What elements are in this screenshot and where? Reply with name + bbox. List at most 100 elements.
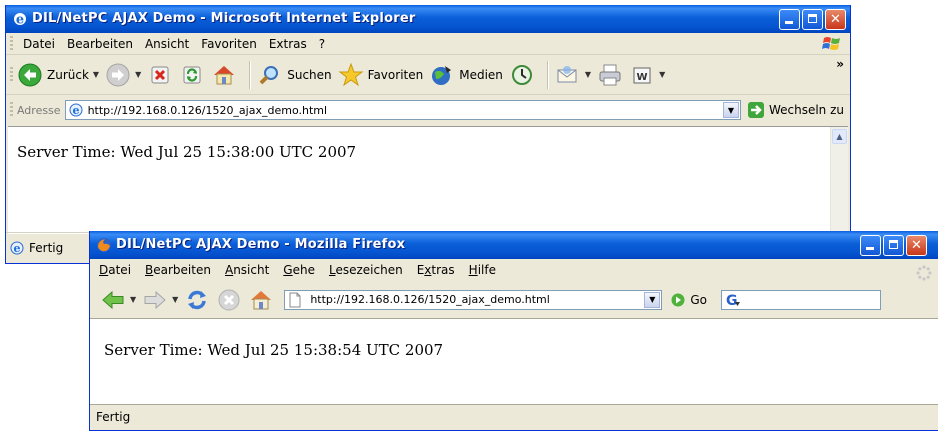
svg-text:e: e: [14, 242, 21, 255]
ie-stop-button[interactable]: [147, 62, 173, 88]
chevron-down-icon[interactable]: ▼: [659, 70, 665, 79]
ie-minimize-button[interactable]: [779, 9, 800, 30]
ie-history-button[interactable]: [509, 62, 535, 88]
ie-logo-icon: e: [12, 11, 28, 27]
ie-server-time: Server Time: Wed Jul 25 15:38:00 UTC 200…: [17, 143, 357, 161]
ff-url-text: http://192.168.0.126/1520_ajax_demo.html: [310, 293, 550, 306]
ie-media-button[interactable]: Medien: [429, 62, 503, 88]
ie-address-label: Adresse: [16, 103, 61, 117]
chevron-down-icon[interactable]: ▼: [130, 295, 136, 304]
ie-window-title: DIL/NetPC AJAX Demo - Microsoft Internet…: [32, 11, 416, 26]
toolbar-grip[interactable]: [10, 102, 13, 118]
toolbar-grip[interactable]: [10, 35, 13, 52]
ie-back-label: Zurück: [47, 67, 89, 82]
ie-window: e DIL/NetPC AJAX Demo - Microsoft Intern…: [5, 5, 851, 264]
ff-reload-button[interactable]: [184, 287, 210, 313]
mail-icon: [555, 62, 581, 88]
ie-menu-favoriten[interactable]: Favoriten: [195, 37, 263, 51]
ff-menu-bearbeiten[interactable]: Bearbeiten: [138, 263, 218, 277]
ie-go-button[interactable]: Wechseln zu: [747, 101, 844, 119]
ie-back-button[interactable]: Zurück ▼: [17, 62, 99, 88]
ff-close-button[interactable]: ✕: [906, 235, 927, 256]
ff-menu-hilfe[interactable]: Hilfe: [462, 263, 503, 277]
ff-menubar: Datei Bearbeiten Ansicht Gehe Lesezeiche…: [90, 259, 938, 281]
forward-icon: [142, 287, 168, 313]
ie-menu-extras[interactable]: Extras: [263, 37, 313, 51]
chevron-down-icon[interactable]: ▼: [135, 70, 141, 79]
ff-titlebar[interactable]: DIL/NetPC AJAX Demo - Mozilla Firefox ✕: [90, 231, 938, 259]
ff-maximize-button[interactable]: [883, 235, 904, 256]
ie-favorites-button[interactable]: Favoriten: [338, 62, 423, 88]
ie-edit-button[interactable]: W ▼: [629, 62, 665, 88]
ie-media-label: Medien: [459, 67, 503, 82]
back-icon: [17, 62, 43, 88]
refresh-icon: [184, 287, 210, 313]
edit-icon: W: [629, 62, 655, 88]
ie-print-button[interactable]: [597, 62, 623, 88]
ff-menu-lesezeichen[interactable]: Lesezeichen: [322, 263, 410, 277]
ie-menubar: Datei Bearbeiten Ansicht Favoriten Extra…: [6, 33, 850, 55]
ff-window-title: DIL/NetPC AJAX Demo - Mozilla Firefox: [116, 237, 406, 252]
favorites-star-icon: [338, 62, 364, 88]
search-icon: [257, 62, 283, 88]
ff-home-button[interactable]: [248, 287, 274, 313]
forward-icon: [105, 62, 131, 88]
ie-vertical-scrollbar[interactable]: ▲: [830, 127, 848, 234]
ff-forward-button[interactable]: ▼: [142, 287, 178, 313]
ie-toolbar: Zurück ▼ ▼ Suchen Favoriten Medien ▼ W ▼…: [6, 55, 850, 95]
history-icon: [509, 62, 535, 88]
chevron-down-icon[interactable]: ▼: [172, 295, 178, 304]
ie-menu-bearbeiten[interactable]: Bearbeiten: [61, 37, 139, 51]
ff-menu-ansicht[interactable]: Ansicht: [218, 263, 276, 277]
ie-menu-datei[interactable]: Datei: [17, 37, 61, 51]
print-icon: [597, 62, 623, 88]
back-icon: [100, 287, 126, 313]
ie-search-button[interactable]: Suchen: [257, 62, 332, 88]
media-icon: [429, 62, 455, 88]
ie-status-text: Fertig: [29, 241, 64, 255]
ff-menu-datei[interactable]: Datei: [92, 263, 138, 277]
ie-menu-ansicht[interactable]: Ansicht: [139, 37, 195, 51]
ie-address-input[interactable]: e http://192.168.0.126/1520_ajax_demo.ht…: [64, 100, 741, 120]
firefox-window: DIL/NetPC AJAX Demo - Mozilla Firefox ✕ …: [89, 231, 938, 431]
toolbar-overflow[interactable]: »: [836, 57, 844, 71]
firefox-logo-icon: [96, 237, 112, 253]
windows-flag-icon: [822, 35, 842, 53]
ie-close-button[interactable]: ✕: [825, 9, 846, 30]
svg-text:e: e: [16, 13, 24, 28]
ff-go-label: Go: [690, 292, 707, 307]
ff-go-button[interactable]: Go: [670, 292, 707, 308]
ie-forward-button[interactable]: ▼: [105, 62, 141, 88]
ie-search-label: Suchen: [287, 67, 332, 82]
ff-status-text: Fertig: [96, 410, 131, 424]
scroll-up-icon[interactable]: ▲: [832, 129, 847, 144]
ie-mail-button[interactable]: ▼: [555, 62, 591, 88]
toolbar-grip[interactable]: [10, 66, 13, 83]
chevron-down-icon[interactable]: ▼: [722, 102, 739, 118]
ff-minimize-button[interactable]: [860, 235, 881, 256]
chevron-down-icon[interactable]: ▼: [93, 70, 99, 79]
ff-statusbar: Fertig: [90, 404, 938, 429]
ie-address-bar: Adresse e http://192.168.0.126/1520_ajax…: [6, 95, 850, 125]
ff-url-input[interactable]: http://192.168.0.126/1520_ajax_demo.html…: [284, 289, 663, 310]
ie-menu-help[interactable]: ?: [313, 37, 331, 51]
home-icon: [211, 62, 237, 88]
ff-menu-gehe[interactable]: Gehe: [276, 263, 322, 277]
ie-refresh-button[interactable]: [179, 62, 205, 88]
ie-titlebar[interactable]: e DIL/NetPC AJAX Demo - Microsoft Intern…: [6, 5, 850, 33]
svg-text:e: e: [72, 104, 79, 117]
ie-home-button[interactable]: [211, 62, 237, 88]
chevron-down-icon[interactable]: ▼: [585, 70, 591, 79]
stop-icon: [147, 62, 173, 88]
ff-menu-extras[interactable]: Extras: [410, 263, 462, 277]
ie-maximize-button[interactable]: [802, 9, 823, 30]
ff-stop-button[interactable]: [216, 287, 242, 313]
refresh-icon: [179, 62, 205, 88]
chevron-down-icon[interactable]: ▼: [644, 291, 661, 308]
ie-page-icon: e: [68, 102, 84, 118]
ff-back-button[interactable]: ▼: [100, 287, 136, 313]
go-arrow-icon: [747, 101, 765, 119]
ff-navigation-toolbar: ▼ ▼ http://192.168.0.126/1520_ajax_demo.…: [90, 281, 938, 319]
ff-search-input[interactable]: G: [720, 289, 881, 310]
google-icon: G: [724, 292, 742, 308]
